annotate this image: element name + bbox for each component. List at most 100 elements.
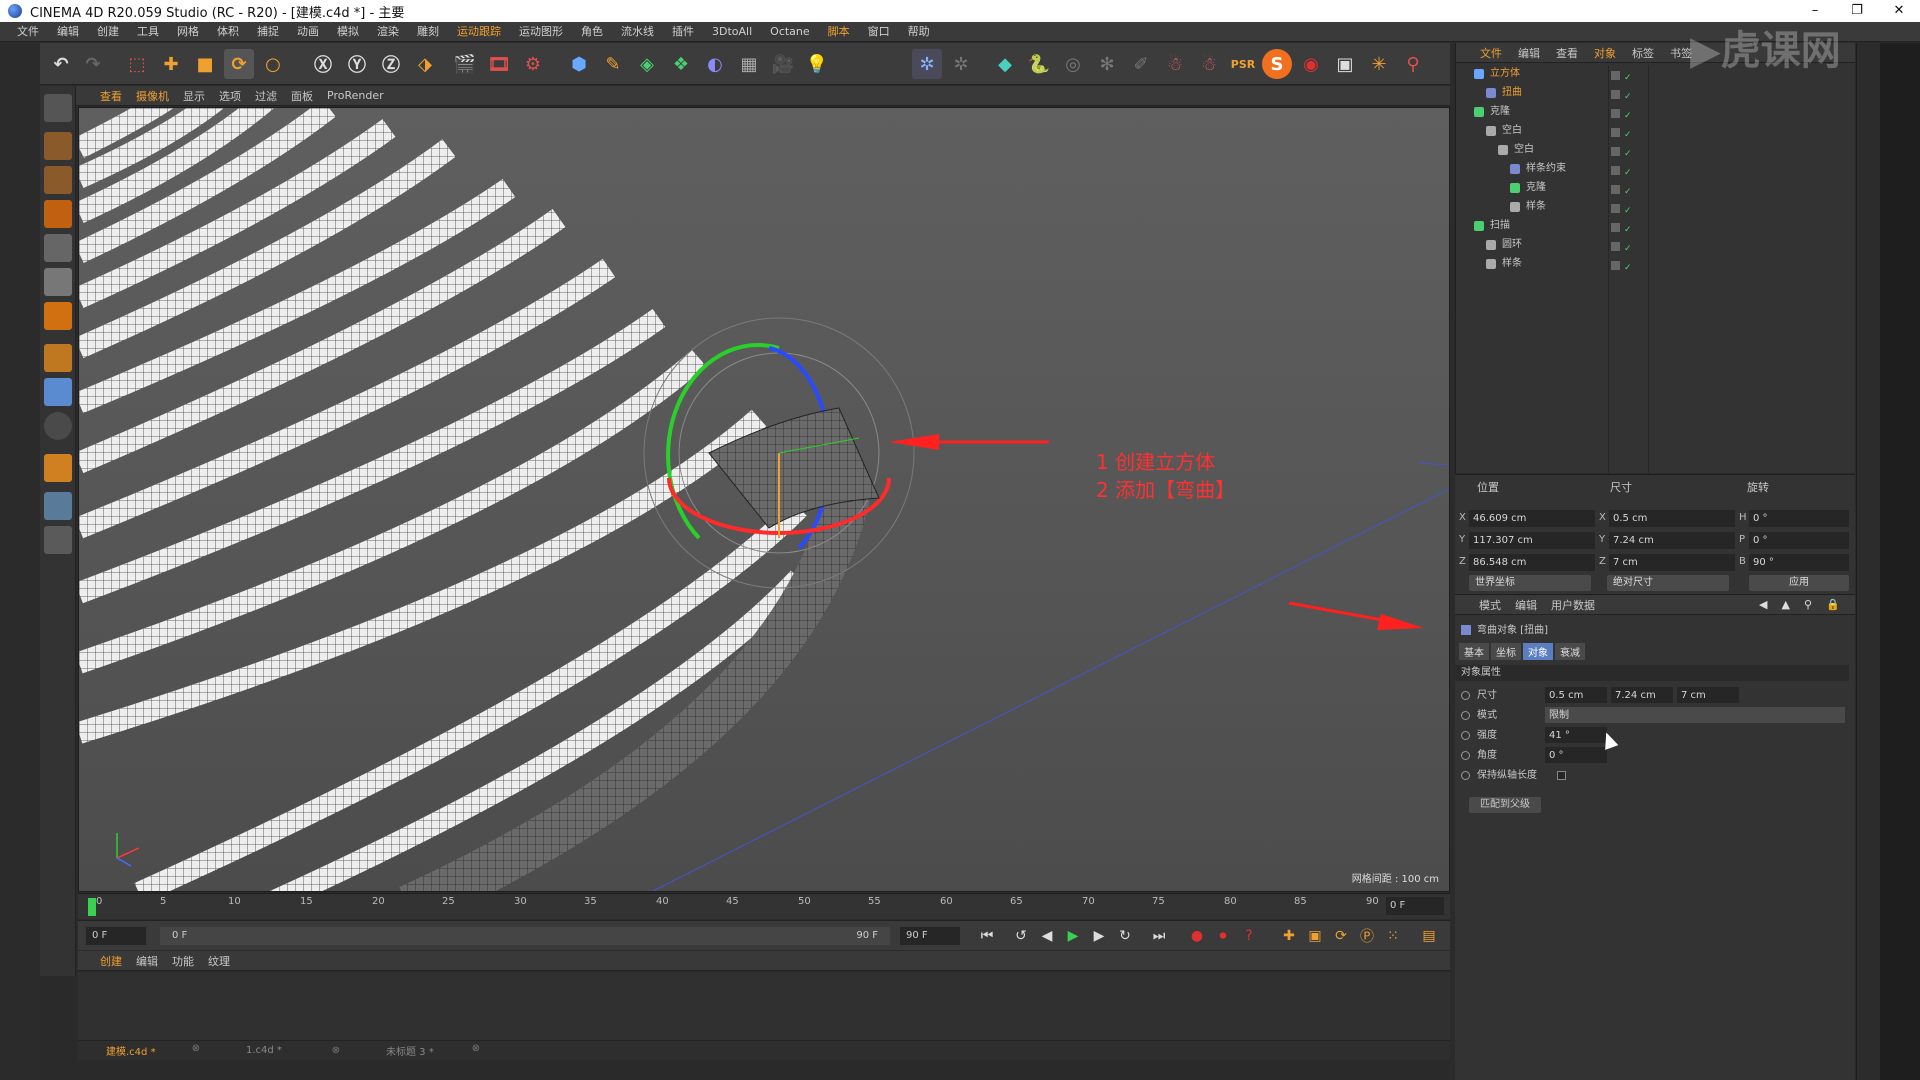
strength-input[interactable]: 41 °: [1545, 727, 1607, 743]
grid-icon[interactable]: [44, 492, 72, 520]
viewport-menu-options[interactable]: 选项: [219, 88, 241, 104]
document-tab[interactable]: 1.c4d * ⊗: [218, 1045, 358, 1056]
z-axis-lock-icon[interactable]: Ⓩ: [376, 49, 406, 79]
menu-edit[interactable]: 编辑: [48, 22, 88, 42]
document-tab[interactable]: 建模.c4d * ⊗: [78, 1043, 218, 1058]
menu-sculpt[interactable]: 雕刻: [408, 22, 448, 42]
menu-plugins[interactable]: 插件: [663, 22, 703, 42]
document-tab[interactable]: 未标题 3 * ⊗: [358, 1043, 498, 1058]
visibility-flags[interactable]: ✓: [1611, 145, 1651, 159]
floor-icon[interactable]: ▦: [734, 49, 764, 79]
size-z-input[interactable]: 7 cm: [1677, 687, 1739, 703]
octane-icon[interactable]: ✲: [912, 49, 942, 79]
tab-falloff[interactable]: 衰减: [1555, 643, 1585, 660]
go-to-start-icon[interactable]: ⏮: [976, 926, 998, 946]
om-menu-bookmarks[interactable]: 书签: [1670, 45, 1692, 61]
key-parameter-icon[interactable]: Ⓟ: [1356, 926, 1378, 946]
search-icon[interactable]: ⚲: [1804, 598, 1812, 611]
animate-toggle[interactable]: [1461, 691, 1470, 700]
menu-character[interactable]: 角色: [572, 22, 612, 42]
render-picture-viewer-icon[interactable]: 🎞: [484, 49, 514, 79]
workplane-lock-icon[interactable]: [44, 454, 72, 482]
viewport-menu-display[interactable]: 显示: [183, 88, 205, 104]
current-frame-field[interactable]: 0 F: [1386, 897, 1444, 915]
sketch-icon[interactable]: ✻: [1092, 49, 1122, 79]
animate-toggle[interactable]: [1461, 771, 1470, 780]
size-x-field[interactable]: 0.5 cm: [1609, 510, 1735, 527]
texture-mode-icon[interactable]: [44, 166, 72, 194]
light-icon[interactable]: 💡: [802, 49, 832, 79]
pos-x-field[interactable]: 46.609 cm: [1469, 510, 1595, 527]
end-frame-field[interactable]: 90 F: [900, 927, 960, 945]
psr-icon[interactable]: PSR: [1228, 49, 1258, 79]
menu-help[interactable]: 帮助: [899, 22, 939, 42]
deformer-icon[interactable]: ◐: [700, 49, 730, 79]
make-editable-icon[interactable]: [44, 94, 72, 122]
object-tree-row[interactable]: 克隆 ✓: [1456, 103, 1856, 121]
object-tree-row[interactable]: 样条约束 ✓: [1456, 160, 1856, 178]
character-icon[interactable]: ☃: [1160, 49, 1190, 79]
key-position-icon[interactable]: ✚: [1278, 926, 1300, 946]
effector-icon[interactable]: ✳: [1364, 49, 1394, 79]
om-menu-objects[interactable]: 对象: [1594, 45, 1616, 61]
om-menu-view[interactable]: 查看: [1556, 45, 1578, 61]
tab-object[interactable]: 对象: [1523, 643, 1553, 660]
material-menu-function[interactable]: 功能: [172, 953, 194, 969]
viewport-menu-camera[interactable]: 摄像机: [136, 88, 169, 104]
menu-mograph[interactable]: 运动图形: [510, 22, 572, 42]
cube-primitive-icon[interactable]: ⬢: [564, 49, 594, 79]
menu-pipeline[interactable]: 流水线: [612, 22, 663, 42]
render-plugin-icon[interactable]: ◉: [1296, 49, 1326, 79]
size-x-input[interactable]: 0.5 cm: [1545, 687, 1607, 703]
close-tab-icon[interactable]: ⊗: [472, 1043, 480, 1054]
start-frame-field[interactable]: 0 F: [86, 927, 146, 945]
rot-h-field[interactable]: 0 °: [1749, 510, 1849, 527]
size-y-input[interactable]: 7.24 cm: [1611, 687, 1673, 703]
menu-volume[interactable]: 体积: [208, 22, 248, 42]
back-arrow-icon[interactable]: ◀: [1759, 598, 1767, 611]
om-menu-edit[interactable]: 编辑: [1518, 45, 1540, 61]
menu-tools[interactable]: 工具: [128, 22, 168, 42]
x-axis-lock-icon[interactable]: Ⓧ: [308, 49, 338, 79]
menu-mesh[interactable]: 网格: [168, 22, 208, 42]
keep-length-checkbox[interactable]: [1557, 771, 1566, 780]
menu-create[interactable]: 创建: [88, 22, 128, 42]
material-manager[interactable]: [78, 972, 1450, 1040]
size-mode-dropdown[interactable]: 绝对尺寸: [1607, 575, 1729, 591]
rotate-icon[interactable]: ⟳: [224, 49, 254, 79]
visibility-flags[interactable]: ✓: [1611, 164, 1651, 178]
python-icon[interactable]: 🐍: [1024, 49, 1054, 79]
cloner-tool-icon[interactable]: ❖: [666, 49, 696, 79]
previous-frame-icon[interactable]: ◀: [1036, 926, 1058, 946]
visibility-flags[interactable]: ✓: [1611, 221, 1651, 235]
octane-settings-icon[interactable]: ✲: [946, 49, 976, 79]
object-tree-row[interactable]: 空白 ✓: [1456, 122, 1856, 140]
tab-coord[interactable]: 坐标: [1491, 643, 1521, 660]
render-view-icon[interactable]: 🎬: [450, 49, 480, 79]
object-tree-row[interactable]: 样条 ✓: [1456, 255, 1856, 273]
rot-p-field[interactable]: 0 °: [1749, 532, 1849, 549]
axis-mode-icon[interactable]: [44, 344, 72, 372]
visibility-flags[interactable]: ✓: [1611, 240, 1651, 254]
menu-render[interactable]: 渲染: [368, 22, 408, 42]
material-menu-edit[interactable]: 编辑: [136, 953, 158, 969]
visibility-flags[interactable]: ✓: [1611, 202, 1651, 216]
menu-simulate[interactable]: 模拟: [328, 22, 368, 42]
close-tab-icon[interactable]: ⊗: [192, 1043, 200, 1054]
viewport-menu-view[interactable]: 查看: [100, 88, 122, 104]
close-button[interactable]: ✕: [1878, 0, 1920, 22]
menu-3dtoall[interactable]: 3DtoAll: [703, 22, 761, 42]
viewport-menu-prorender[interactable]: ProRender: [327, 89, 384, 102]
picture-icon[interactable]: ▣: [1330, 49, 1360, 79]
render-settings-icon[interactable]: ⚙: [518, 49, 548, 79]
material-menu-create[interactable]: 创建: [100, 953, 122, 969]
up-arrow-icon[interactable]: ▲: [1781, 598, 1789, 611]
workplane-icon[interactable]: [44, 200, 72, 228]
menu-script[interactable]: 脚本: [819, 22, 859, 42]
key-rotation-icon[interactable]: ⟳: [1330, 926, 1352, 946]
rot-b-field[interactable]: 90 °: [1749, 554, 1849, 571]
timeline-window-icon[interactable]: ▤: [1418, 926, 1440, 946]
am-menu-edit[interactable]: 编辑: [1515, 597, 1537, 613]
menu-animate[interactable]: 动画: [288, 22, 328, 42]
object-tree-row[interactable]: 克隆 ✓: [1456, 179, 1856, 197]
